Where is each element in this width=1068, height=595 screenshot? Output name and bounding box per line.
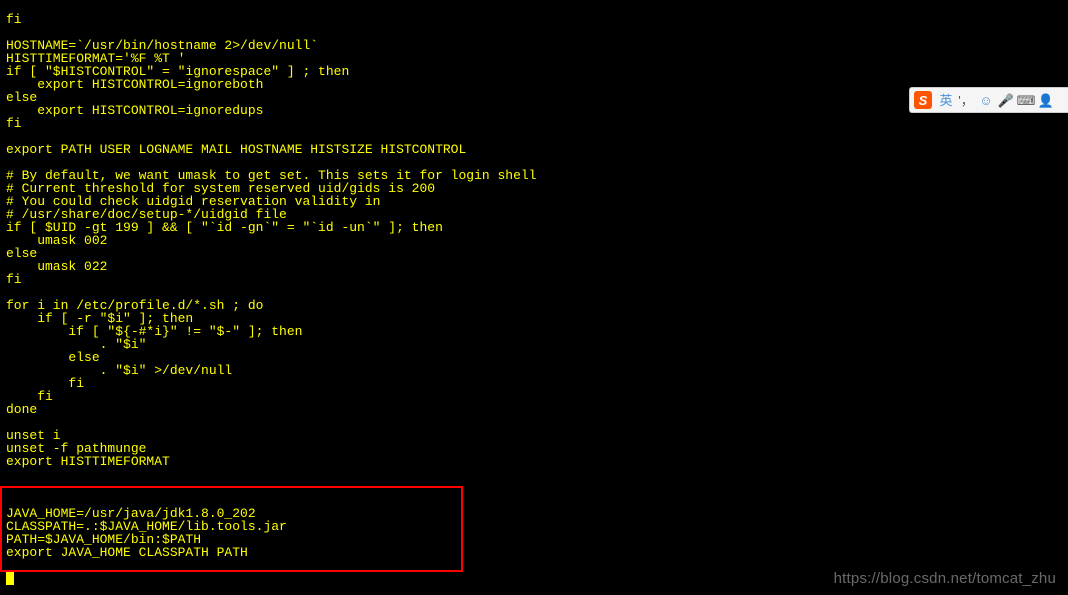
ime-punct-button[interactable]: '， (957, 91, 975, 109)
ime-voice-button[interactable]: 🎤 (997, 91, 1015, 109)
watermark-text: https://blog.csdn.net/tomcat_zhu (834, 572, 1056, 585)
ime-softkeyboard-button[interactable]: ⌨ (1017, 91, 1035, 109)
terminal-cursor (6, 572, 14, 585)
annotation-box (0, 486, 463, 572)
ime-emoji-button[interactable]: ☺ (977, 91, 995, 109)
terminal-output[interactable]: fi HOSTNAME=`/usr/bin/hostname 2>/dev/nu… (6, 13, 537, 559)
sogou-logo-icon[interactable]: S (914, 91, 932, 109)
ime-user-button[interactable]: 👤 (1037, 91, 1055, 109)
ime-lang-button[interactable]: 英 (937, 91, 955, 109)
ime-toolbar[interactable]: S 英 '， ☺ 🎤 ⌨ 👤 (909, 87, 1068, 113)
